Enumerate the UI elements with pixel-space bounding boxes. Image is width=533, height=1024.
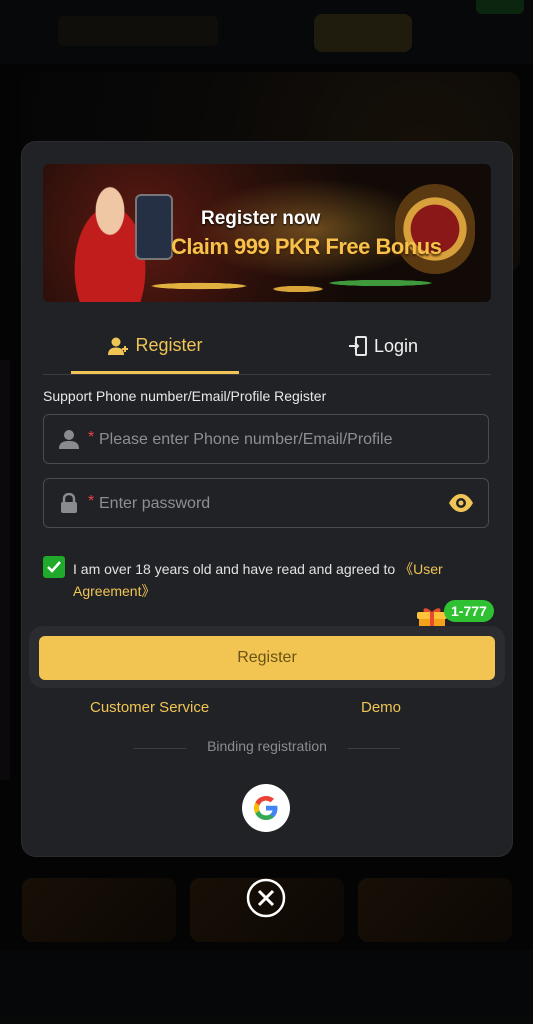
- user-icon: [59, 429, 79, 449]
- lock-icon: [59, 492, 79, 513]
- promo-subheadline: Claim 999 PKR Free Bonus: [171, 234, 442, 259]
- vip-slot-image: [395, 184, 475, 274]
- agreement-statement: I am over 18 years old and have read and…: [73, 561, 400, 577]
- google-login-button[interactable]: [242, 784, 290, 832]
- add-user-icon: [107, 336, 129, 356]
- register-button[interactable]: Register: [39, 636, 495, 680]
- promo-headline: Register now: [201, 208, 321, 229]
- checkmark-icon: [47, 561, 61, 573]
- customer-service-link[interactable]: Customer Service: [90, 699, 209, 716]
- support-label: Support Phone number/Email/Profile Regis…: [43, 388, 327, 404]
- password-input[interactable]: [97, 479, 431, 529]
- tab-register-label: Register: [135, 335, 203, 355]
- register-modal: Register now Claim 999 PKR Free Bonus Re…: [22, 142, 512, 856]
- auth-tabs: Register Login: [43, 320, 491, 375]
- account-field: *: [43, 414, 489, 465]
- bonus-badge: 1-777: [444, 600, 494, 622]
- google-icon: [254, 796, 278, 820]
- required-mark: *: [88, 429, 95, 446]
- demo-link[interactable]: Demo: [361, 699, 401, 716]
- close-icon: [246, 878, 286, 918]
- tab-login-label: Login: [373, 335, 419, 356]
- agreement-checkbox[interactable]: [43, 556, 65, 578]
- coins-image: [133, 268, 463, 298]
- tab-login[interactable]: Login: [313, 320, 453, 372]
- eye-icon[interactable]: [448, 493, 474, 513]
- password-field: *: [43, 478, 489, 529]
- phone-image: [135, 194, 173, 260]
- promo-banner: Register now Claim 999 PKR Free Bonus: [43, 164, 491, 302]
- account-input[interactable]: [97, 415, 431, 465]
- binding-label: Binding registration: [207, 738, 327, 754]
- login-door-icon: [348, 336, 368, 356]
- agreement-text: I am over 18 years old and have read and…: [73, 558, 493, 602]
- tab-register[interactable]: Register: [71, 320, 239, 374]
- required-mark: *: [88, 493, 95, 510]
- close-modal-button[interactable]: [246, 878, 286, 918]
- binding-divider: Binding registration: [134, 738, 400, 758]
- register-button-container: Register: [29, 626, 505, 688]
